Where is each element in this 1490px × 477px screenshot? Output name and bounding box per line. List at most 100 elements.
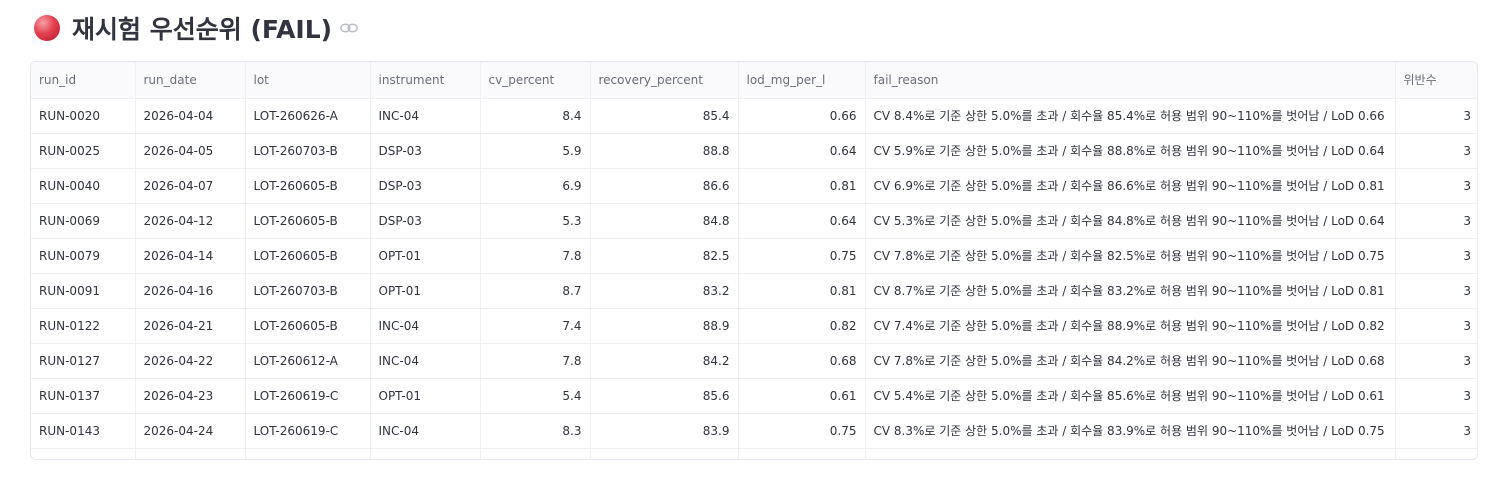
cell-run-date[interactable]: 2026-04-22 (135, 343, 246, 379)
cell-lot[interactable]: LOT-260605-B (245, 168, 371, 204)
cell-violation-count[interactable]: 3 (1395, 413, 1477, 449)
cell-violation-count[interactable]: 3 (1395, 168, 1477, 204)
cell-violation-count[interactable]: 3 (1395, 203, 1477, 239)
cell-recovery-percent[interactable]: 88.9 (590, 308, 739, 344)
cell-cv-percent[interactable]: 7.8 (480, 238, 591, 274)
column-header-lot[interactable]: lot (245, 62, 371, 99)
cell-violation-count[interactable]: 3 (1395, 273, 1477, 309)
cell-recovery-percent[interactable]: 83.9 (590, 413, 739, 449)
cell-instrument[interactable]: INC-04 (370, 98, 481, 134)
column-header-run-id[interactable]: run_id (31, 62, 136, 99)
cell-violation-count[interactable]: 3 (1395, 308, 1477, 344)
cell-run-date[interactable]: 2026-04-21 (135, 308, 246, 344)
table-row[interactable]: RUN-0020 2026-04-04 LOT-260626-A INC-04 8.4 8… (31, 98, 1477, 134)
column-header-instrument[interactable]: instrument (370, 62, 481, 99)
column-header-violation-count[interactable]: 위반수 (1395, 62, 1477, 99)
cell-instrument[interactable]: DSP-03 (370, 203, 481, 239)
cell-lot[interactable]: LOT-260703-B (245, 133, 371, 169)
cell-run-date[interactable]: 2026-04-16 (135, 273, 246, 309)
cell-run-id[interactable]: RUN-0143 (31, 413, 136, 449)
cell-fail-reason[interactable]: CV 7.8%로 기준 상한 5.0%를 초과 / 회수율 84.2%로 허용 … (865, 343, 1396, 379)
cell-fail-reason[interactable]: CV 7.4%로 기준 상한 5.0%를 초과 / 회수율 88.9%로 허용 … (865, 308, 1396, 344)
cell-lot[interactable]: LOT-260605-B (245, 203, 371, 239)
column-header-lod[interactable]: lod_mg_per_l (738, 62, 866, 99)
table-row[interactable]: RUN-0122 2026-04-21 LOT-260605-B INC-04 7.4 8… (31, 308, 1477, 344)
cell-cv-percent[interactable]: 8.3 (480, 413, 591, 449)
column-header-cv-percent[interactable]: cv_percent (480, 62, 591, 99)
cell-run-id[interactable]: RUN-0127 (31, 343, 136, 379)
cell-recovery-percent[interactable]: 82.5 (590, 238, 739, 274)
cell-cv-percent[interactable]: 7.4 (480, 308, 591, 344)
cell-recovery-percent[interactable]: 84.8 (590, 203, 739, 239)
cell-run-date[interactable]: 2026-04-12 (135, 203, 246, 239)
cell-instrument[interactable]: DSP-03 (370, 133, 481, 169)
cell-fail-reason[interactable]: CV 5.9%로 기준 상한 5.0%를 초과 / 회수율 88.8%로 허용 … (865, 133, 1396, 169)
cell-instrument[interactable]: DSP-03 (370, 168, 481, 204)
cell-lod[interactable]: 0.64 (738, 203, 866, 239)
cell-run-id[interactable]: RUN-0122 (31, 308, 136, 344)
cell-cv-percent[interactable]: 5.3 (480, 203, 591, 239)
cell-run-date[interactable]: 2026-04-14 (135, 238, 246, 274)
table-row[interactable]: RUN-0137 2026-04-23 LOT-260619-C OPT-01 5.4 8… (31, 378, 1477, 414)
cell-instrument[interactable]: INC-04 (370, 413, 481, 449)
cell-violation-count[interactable]: 3 (1395, 343, 1477, 379)
cell-instrument[interactable]: INC-04 (370, 343, 481, 379)
cell-lot[interactable]: LOT-260605-B (245, 238, 371, 274)
cell-run-date[interactable]: 2026-04-04 (135, 98, 246, 134)
cell-lot[interactable]: LOT-260703-B (245, 273, 371, 309)
cell-fail-reason[interactable]: CV 8.3%로 기준 상한 5.0%를 초과 / 회수율 83.9%로 허용 … (865, 413, 1396, 449)
cell-cv-percent[interactable]: 5.9 (480, 133, 591, 169)
cell-run-date[interactable]: 2026-04-24 (135, 413, 246, 449)
cell-violation-count[interactable]: 3 (1395, 238, 1477, 274)
table-row[interactable]: RUN-0079 2026-04-14 LOT-260605-B OPT-01 7.8 8… (31, 238, 1477, 274)
cell-cv-percent[interactable]: 7.8 (480, 343, 591, 379)
cell-run-date[interactable]: 2026-04-07 (135, 168, 246, 204)
cell-cv-percent[interactable]: 8.7 (480, 273, 591, 309)
cell-recovery-percent[interactable]: 88.8 (590, 133, 739, 169)
fail-runs-table[interactable]: run_id run_date lot instrument cv_percen… (30, 61, 1478, 460)
table-row[interactable]: RUN-0040 2026-04-07 LOT-260605-B DSP-03 6.9 8… (31, 168, 1477, 204)
cell-lod[interactable]: 0.61 (738, 378, 866, 414)
cell-run-id[interactable]: RUN-0069 (31, 203, 136, 239)
table-row[interactable]: RUN-0069 2026-04-12 LOT-260605-B DSP-03 5.3 8… (31, 203, 1477, 239)
cell-lod[interactable]: 0.66 (738, 98, 866, 134)
cell-fail-reason[interactable]: CV 8.7%로 기준 상한 5.0%를 초과 / 회수율 83.2%로 허용 … (865, 273, 1396, 309)
cell-instrument[interactable]: OPT-01 (370, 273, 481, 309)
column-header-run-date[interactable]: run_date (135, 62, 246, 99)
cell-recovery-percent[interactable]: 85.6 (590, 378, 739, 414)
cell-fail-reason[interactable]: CV 7.8%로 기준 상한 5.0%를 초과 / 회수율 82.5%로 허용 … (865, 238, 1396, 274)
cell-lod[interactable]: 0.64 (738, 133, 866, 169)
cell-lot[interactable]: LOT-260605-B (245, 308, 371, 344)
cell-cv-percent[interactable]: 5.4 (480, 378, 591, 414)
cell-run-id[interactable]: RUN-0091 (31, 273, 136, 309)
column-header-fail-reason[interactable]: fail_reason (865, 62, 1396, 99)
table-row[interactable]: RUN-0127 2026-04-22 LOT-260612-A INC-04 7.8 8… (31, 343, 1477, 379)
column-header-recovery-percent[interactable]: recovery_percent (590, 62, 739, 99)
cell-violation-count[interactable]: 3 (1395, 378, 1477, 414)
cell-instrument[interactable]: OPT-01 (370, 238, 481, 274)
cell-lot[interactable]: LOT-260612-A (245, 343, 371, 379)
cell-run-id[interactable]: RUN-0020 (31, 98, 136, 134)
cell-recovery-percent[interactable]: 83.2 (590, 273, 739, 309)
cell-run-id[interactable]: RUN-0025 (31, 133, 136, 169)
cell-fail-reason[interactable]: CV 5.4%로 기준 상한 5.0%를 초과 / 회수율 85.6%로 허용 … (865, 378, 1396, 414)
cell-cv-percent[interactable]: 6.9 (480, 168, 591, 204)
cell-lod[interactable]: 0.75 (738, 238, 866, 274)
cell-violation-count[interactable]: 3 (1395, 98, 1477, 134)
cell-fail-reason[interactable]: CV 8.4%로 기준 상한 5.0%를 초과 / 회수율 85.4%로 허용 … (865, 98, 1396, 134)
cell-lod[interactable]: 0.68 (738, 343, 866, 379)
cell-recovery-percent[interactable]: 85.4 (590, 98, 739, 134)
cell-violation-count[interactable]: 3 (1395, 133, 1477, 169)
cell-fail-reason[interactable]: CV 5.3%로 기준 상한 5.0%를 초과 / 회수율 84.8%로 허용 … (865, 203, 1396, 239)
cell-run-date[interactable]: 2026-04-05 (135, 133, 246, 169)
cell-lod[interactable]: 0.75 (738, 413, 866, 449)
link-icon[interactable] (340, 21, 358, 35)
table-row[interactable]: RUN-0025 2026-04-05 LOT-260703-B DSP-03 5.9 8… (31, 133, 1477, 169)
cell-instrument[interactable]: OPT-01 (370, 378, 481, 414)
cell-cv-percent[interactable]: 8.4 (480, 98, 591, 134)
cell-run-id[interactable]: RUN-0079 (31, 238, 136, 274)
cell-recovery-percent[interactable]: 84.2 (590, 343, 739, 379)
cell-run-id[interactable]: RUN-0040 (31, 168, 136, 204)
cell-lot[interactable]: LOT-260626-A (245, 98, 371, 134)
table-row[interactable]: RUN-0143 2026-04-24 LOT-260619-C INC-04 8.3 8… (31, 413, 1477, 449)
